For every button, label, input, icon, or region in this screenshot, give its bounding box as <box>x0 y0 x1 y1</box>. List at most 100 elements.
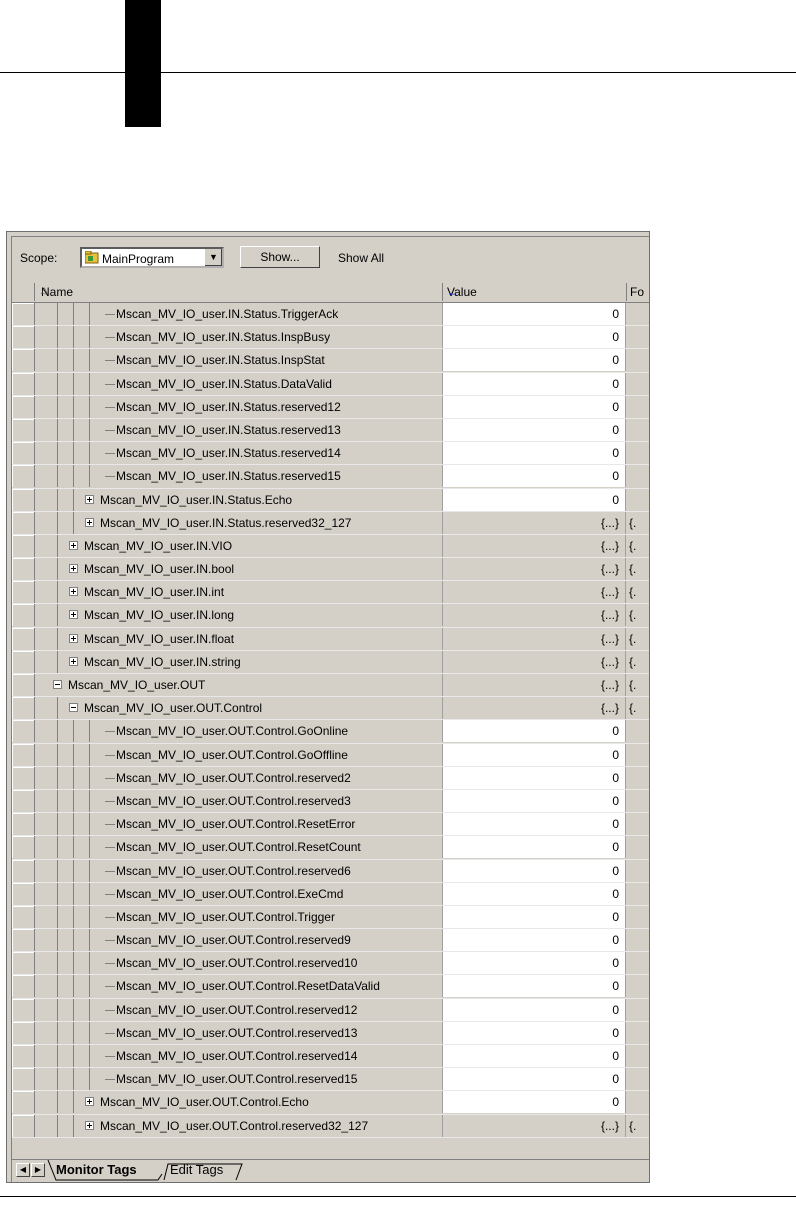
row-selector[interactable] <box>12 349 35 372</box>
tag-row[interactable]: Mscan_MV_IO_user.OUT.Control.ResetDataVa… <box>12 975 649 999</box>
tag-format-cell[interactable] <box>627 720 649 743</box>
expand-plus-icon[interactable] <box>85 517 94 527</box>
row-selector[interactable] <box>12 1021 35 1044</box>
expand-plus-icon[interactable] <box>69 656 78 666</box>
tag-value-cell[interactable]: 0 <box>443 303 626 325</box>
tag-format-cell[interactable] <box>627 1091 649 1114</box>
expand-plus-icon[interactable] <box>85 1097 94 1107</box>
tag-row[interactable]: Mscan_MV_IO_user.OUT.Control.reserved15 0 <box>12 1068 649 1092</box>
tag-name-cell[interactable]: Mscan_MV_IO_user.IN.bool <box>35 558 443 581</box>
row-selector[interactable] <box>12 766 35 789</box>
row-selector[interactable] <box>12 1091 35 1114</box>
row-selector[interactable] <box>12 813 35 836</box>
tag-format-cell[interactable] <box>627 929 649 952</box>
tag-value-cell[interactable]: 0 <box>443 1021 626 1044</box>
tag-format-cell[interactable] <box>627 836 649 859</box>
tag-format-cell[interactable] <box>627 905 649 928</box>
tag-format-cell[interactable]: {. <box>627 604 649 627</box>
tag-name-cell[interactable]: Mscan_MV_IO_user.OUT.Control.GoOnline <box>35 720 443 743</box>
scope-select[interactable]: MainProgram ▼ <box>80 247 224 268</box>
tag-format-cell[interactable]: {. <box>627 697 649 720</box>
row-selector[interactable] <box>12 859 35 882</box>
row-selector[interactable] <box>12 905 35 928</box>
tag-format-cell[interactable] <box>627 303 649 325</box>
row-selector[interactable] <box>12 418 35 441</box>
tag-format-cell[interactable] <box>627 372 649 395</box>
tag-value-cell[interactable]: 0 <box>443 766 626 789</box>
tag-row[interactable]: Mscan_MV_IO_user.OUT.Control.reserved12 0 <box>12 998 649 1022</box>
expand-plus-icon[interactable] <box>69 540 78 550</box>
expand-plus-icon[interactable] <box>69 587 78 597</box>
tag-value-cell[interactable]: 0 <box>443 372 626 395</box>
row-selector[interactable] <box>12 558 35 581</box>
row-selector[interactable] <box>12 1068 35 1091</box>
tag-name-cell[interactable]: Mscan_MV_IO_user.OUT.Control <box>35 697 443 720</box>
tag-value-cell[interactable]: 0 <box>443 813 626 836</box>
tag-name-cell[interactable]: Mscan_MV_IO_user.IN.string <box>35 650 443 673</box>
tag-row[interactable]: Mscan_MV_IO_user.OUT.Control.reserved14 0 <box>12 1045 649 1069</box>
row-selector[interactable] <box>12 975 35 998</box>
chevron-down-icon[interactable]: ▼ <box>204 249 222 266</box>
tab-scroll-left-icon[interactable]: ◀ <box>16 1163 30 1177</box>
column-header-format[interactable]: Fo <box>627 283 649 301</box>
tag-name-cell[interactable]: Mscan_MV_IO_user.OUT.Control.reserved3 <box>35 789 443 812</box>
expand-plus-icon[interactable] <box>69 610 78 620</box>
tab-scroll-right-icon[interactable]: ▶ <box>31 1163 45 1177</box>
collapse-minus-icon[interactable] <box>53 680 62 689</box>
tag-name-cell[interactable]: Mscan_MV_IO_user.OUT <box>35 674 443 696</box>
tag-name-cell[interactable]: Mscan_MV_IO_user.OUT.Control.reserved12 <box>35 998 443 1021</box>
tag-row[interactable]: Mscan_MV_IO_user.OUT.Control.ResetError 0 <box>12 813 649 837</box>
tag-name-cell[interactable]: Mscan_MV_IO_user.OUT.Control.ResetCount <box>35 836 443 859</box>
row-selector[interactable] <box>12 326 35 349</box>
tag-format-cell[interactable] <box>627 859 649 882</box>
tag-name-cell[interactable]: Mscan_MV_IO_user.OUT.Control.reserved15 <box>35 1068 443 1091</box>
row-selector[interactable] <box>12 998 35 1021</box>
row-selector[interactable] <box>12 534 35 557</box>
expand-plus-icon[interactable] <box>85 1120 94 1130</box>
tag-format-cell[interactable]: {. <box>627 674 649 696</box>
tag-name-cell[interactable]: Mscan_MV_IO_user.IN.VIO <box>35 534 443 557</box>
tag-name-cell[interactable]: Mscan_MV_IO_user.OUT.Control.reserved6 <box>35 859 443 882</box>
tag-format-cell[interactable] <box>627 488 649 511</box>
tag-name-cell[interactable]: Mscan_MV_IO_user.IN.Status.TriggerAck <box>35 303 443 325</box>
row-selector[interactable] <box>12 442 35 465</box>
expand-plus-icon[interactable] <box>69 564 78 574</box>
tag-value-cell[interactable]: 0 <box>443 1045 626 1067</box>
show-button[interactable]: Show... <box>240 246 320 268</box>
row-selector[interactable] <box>12 488 35 511</box>
tag-name-cell[interactable]: Mscan_MV_IO_user.IN.long <box>35 604 443 627</box>
tag-name-cell[interactable]: Mscan_MV_IO_user.OUT.Control.ResetError <box>35 813 443 836</box>
tag-format-cell[interactable]: {. <box>627 1114 649 1137</box>
tag-format-cell[interactable] <box>627 1021 649 1044</box>
tag-row[interactable]: Mscan_MV_IO_user.IN.string {...} {. <box>12 650 649 674</box>
tag-name-cell[interactable]: Mscan_MV_IO_user.OUT.Control.reserved9 <box>35 929 443 952</box>
row-selector[interactable] <box>12 604 35 627</box>
tag-name-cell[interactable]: Mscan_MV_IO_user.IN.Status.InspBusy <box>35 326 443 349</box>
tag-row[interactable]: Mscan_MV_IO_user.IN.Status.reserved12 0 <box>12 395 649 419</box>
row-selector[interactable] <box>12 929 35 952</box>
header-select-cell[interactable] <box>12 283 35 301</box>
tag-row[interactable]: Mscan_MV_IO_user.OUT.Control.GoOffline 0 <box>12 743 649 767</box>
expand-plus-icon[interactable] <box>85 494 94 504</box>
row-selector[interactable] <box>12 581 35 604</box>
tag-value-cell[interactable]: 0 <box>443 442 626 465</box>
tag-row[interactable]: Mscan_MV_IO_user.OUT.Control.ResetCount 0 <box>12 836 649 860</box>
tag-row[interactable]: Mscan_MV_IO_user.OUT.Control.GoOnline 0 <box>12 720 649 744</box>
tag-row[interactable]: Mscan_MV_IO_user.IN.Status.DataValid 0 <box>12 372 649 396</box>
tag-row[interactable]: Mscan_MV_IO_user.IN.Status.reserved32_12… <box>12 511 649 535</box>
tag-name-cell[interactable]: Mscan_MV_IO_user.IN.Status.reserved13 <box>35 418 443 441</box>
tag-row[interactable]: Mscan_MV_IO_user.OUT.Control.reserved3 0 <box>12 789 649 814</box>
tag-format-cell[interactable] <box>627 465 649 488</box>
row-selector[interactable] <box>12 372 35 395</box>
tag-name-cell[interactable]: Mscan_MV_IO_user.OUT.Control.reserved14 <box>35 1045 443 1067</box>
row-selector[interactable] <box>12 697 35 720</box>
row-selector[interactable] <box>12 465 35 488</box>
row-selector[interactable] <box>12 952 35 975</box>
tag-value-cell[interactable]: 0 <box>443 418 626 441</box>
tag-format-cell[interactable]: {. <box>627 650 649 673</box>
tag-row[interactable]: Mscan_MV_IO_user.OUT.Control.reserved2 0 <box>12 766 649 790</box>
tag-format-cell[interactable]: {. <box>627 627 649 650</box>
tag-row[interactable]: Mscan_MV_IO_user.IN.Status.reserved14 0 <box>12 442 649 466</box>
tag-format-cell[interactable] <box>627 326 649 349</box>
row-selector[interactable] <box>12 650 35 673</box>
